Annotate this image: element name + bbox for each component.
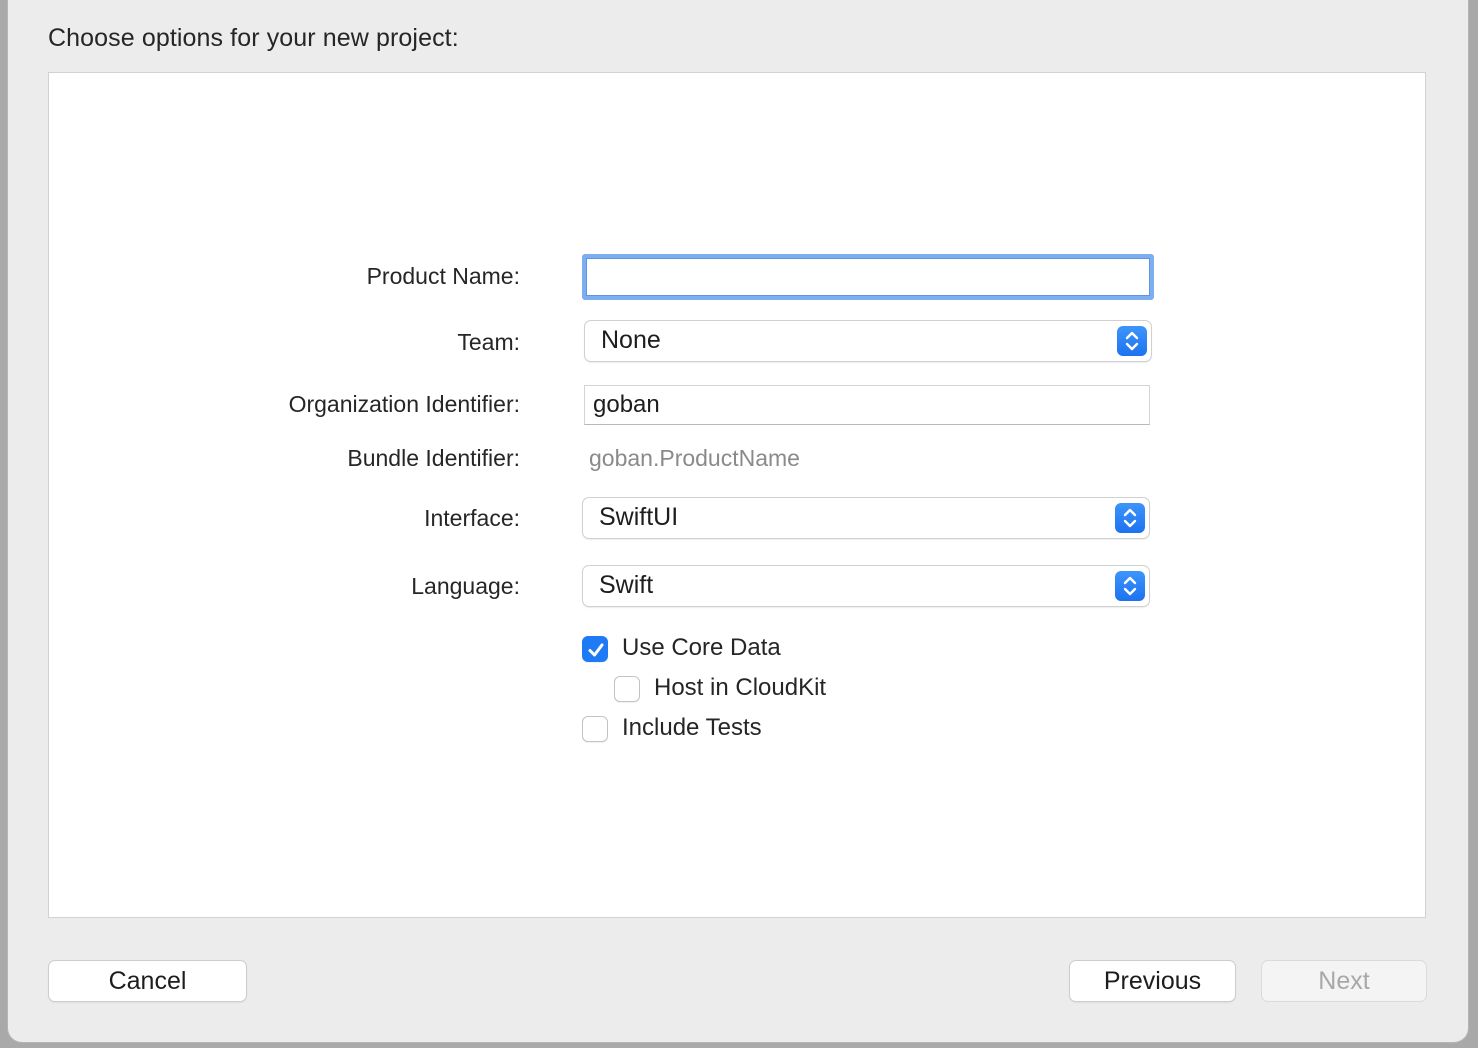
dialog-title: Choose options for your new project: xyxy=(48,24,459,52)
interface-label: Interface: xyxy=(424,505,520,531)
previous-button[interactable]: Previous xyxy=(1070,961,1235,1001)
product-name-field[interactable] xyxy=(582,254,1154,300)
language-label: Language: xyxy=(411,573,520,599)
options-panel: Product Name: Team: None Organization Id… xyxy=(48,72,1426,918)
up-down-chevron-icon xyxy=(1115,571,1145,601)
interface-popup-value: SwiftUI xyxy=(599,503,679,531)
use-core-data-label: Use Core Data xyxy=(622,634,781,661)
checkmark-icon xyxy=(588,643,604,657)
include-tests-label: Include Tests xyxy=(622,714,762,741)
team-popup-value: None xyxy=(601,326,661,354)
next-button[interactable]: Next xyxy=(1262,961,1426,1001)
include-tests-checkbox[interactable] xyxy=(582,716,608,742)
organization-identifier-field[interactable] xyxy=(584,385,1150,425)
bundle-identifier-label: Bundle Identifier: xyxy=(347,445,520,471)
host-in-cloudkit-checkbox[interactable] xyxy=(614,676,640,702)
product-name-label: Product Name: xyxy=(366,263,520,289)
up-down-chevron-icon xyxy=(1117,326,1147,356)
new-project-dialog: Choose options for your new project: Pro… xyxy=(8,0,1468,1042)
interface-popup[interactable]: SwiftUI xyxy=(583,498,1149,538)
host-in-cloudkit-label: Host in CloudKit xyxy=(654,674,827,701)
up-down-chevron-icon xyxy=(1115,503,1145,533)
team-label: Team: xyxy=(457,329,520,355)
organization-identifier-label: Organization Identifier: xyxy=(288,391,520,417)
team-popup[interactable]: None xyxy=(585,321,1151,361)
language-popup[interactable]: Swift xyxy=(583,566,1149,606)
cancel-button[interactable]: Cancel xyxy=(49,961,246,1001)
use-core-data-checkbox[interactable] xyxy=(582,636,608,662)
language-popup-value: Swift xyxy=(599,571,654,599)
bundle-identifier-value: goban.ProductName xyxy=(589,445,800,471)
